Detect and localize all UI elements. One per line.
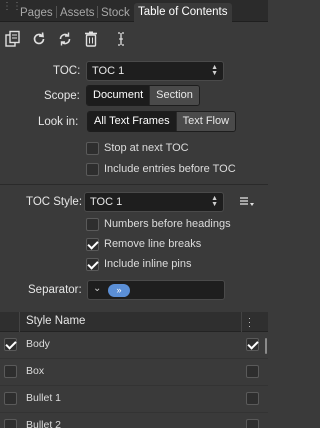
- include-entries-before-toc-label: Include entries before TOC: [104, 163, 236, 175]
- row-right-checkbox[interactable]: [246, 365, 259, 378]
- row-include-checkbox[interactable]: [4, 338, 17, 351]
- row-include-checkbox[interactable]: [4, 419, 17, 428]
- remove-line-breaks-checkbox[interactable]: [86, 237, 99, 251]
- stop-at-next-toc-label: Stop at next TOC: [104, 142, 189, 154]
- look-in-segmented: All Text Frames Text Flow: [87, 111, 237, 132]
- style-table-header: Style Name · · ·: [0, 312, 268, 332]
- row-style-name: Body: [26, 338, 50, 350]
- separator-label: Separator:: [28, 284, 82, 296]
- toc-select-value: TOC 1: [92, 65, 125, 77]
- row-style-name: Box: [26, 365, 45, 377]
- stop-at-next-toc-option[interactable]: Stop at next TOC: [86, 140, 189, 156]
- toc-toolbar: [0, 26, 268, 54]
- toc-select[interactable]: TOC 1 ▲ ▼: [86, 61, 224, 81]
- look-in-text-flow-option[interactable]: Text Flow: [175, 112, 236, 131]
- chevron-down-icon[interactable]: ⌄: [93, 283, 101, 294]
- stop-at-next-toc-checkbox[interactable]: [86, 141, 99, 155]
- list-menu-icon[interactable]: [238, 194, 256, 208]
- insert-toc-icon[interactable]: [4, 30, 22, 48]
- include-inline-pins-label: Include inline pins: [104, 258, 192, 270]
- tab-stock[interactable]: Stock: [101, 4, 130, 22]
- look-in-all-text-frames-option[interactable]: All Text Frames: [88, 112, 176, 131]
- tab-table-of-contents[interactable]: Table of Contents: [134, 3, 232, 22]
- look-in-label: Look in:: [38, 116, 79, 128]
- scope-label: Scope:: [44, 90, 80, 102]
- row-style-name: Bullet 1: [26, 392, 62, 404]
- panel-grip-icon[interactable]: ⋮⋮: [2, 2, 22, 19]
- scope-section-option[interactable]: Section: [149, 86, 199, 105]
- panel-tab-bar: ⋮⋮ Pages Assets Stock Table of Contents: [0, 0, 268, 22]
- scrollbar-thumb[interactable]: [265, 338, 267, 354]
- column-menu-icon[interactable]: · · ·: [248, 314, 251, 331]
- toc-style-label: TOC Style:: [26, 196, 83, 208]
- table-row[interactable]: Bullet 2: [0, 413, 268, 428]
- tab-assets[interactable]: Assets: [60, 4, 95, 22]
- numbers-before-headings-label: Numbers before headings: [104, 218, 231, 230]
- include-inline-pins-checkbox[interactable]: [86, 257, 99, 271]
- separator-field[interactable]: ⌄ »: [87, 280, 225, 300]
- tab-divider: [97, 6, 98, 18]
- row-right-checkbox[interactable]: [246, 338, 259, 351]
- tab-divider: [56, 6, 57, 18]
- tab-pages[interactable]: Pages: [20, 4, 53, 22]
- row-right-checkbox[interactable]: [246, 392, 259, 405]
- header-right-column: [241, 312, 268, 332]
- section-divider: [0, 184, 268, 185]
- scope-document-option[interactable]: Document: [87, 86, 150, 105]
- delete-toc-icon[interactable]: [82, 30, 100, 48]
- numbers-before-headings-option[interactable]: Numbers before headings: [86, 216, 231, 232]
- text-cursor-icon[interactable]: [112, 30, 130, 48]
- remove-line-breaks-label: Remove line breaks: [104, 238, 202, 250]
- style-name-header[interactable]: Style Name: [26, 315, 85, 327]
- header-include-column: [0, 312, 20, 332]
- separator-token[interactable]: »: [108, 284, 130, 297]
- row-style-name: Bullet 2: [26, 419, 62, 428]
- numbers-before-headings-checkbox[interactable]: [86, 217, 99, 231]
- table-row[interactable]: Box: [0, 359, 268, 385]
- scope-segmented: Document Section: [86, 85, 200, 106]
- update-all-toc-icon[interactable]: [56, 30, 74, 48]
- update-toc-icon[interactable]: [30, 30, 48, 48]
- toc-style-select[interactable]: TOC 1 ▲ ▼: [84, 192, 224, 212]
- row-include-checkbox[interactable]: [4, 365, 17, 378]
- row-right-checkbox[interactable]: [246, 419, 259, 428]
- table-row[interactable]: Bullet 1: [0, 386, 268, 412]
- include-entries-before-toc-checkbox[interactable]: [86, 162, 99, 176]
- include-entries-before-toc-option[interactable]: Include entries before TOC: [86, 161, 236, 177]
- toc-label: TOC:: [53, 65, 81, 77]
- updown-arrows-icon: ▲ ▼: [211, 64, 218, 77]
- updown-arrows-icon: ▲ ▼: [211, 195, 218, 208]
- remove-line-breaks-option[interactable]: Remove line breaks: [86, 236, 201, 252]
- include-inline-pins-option[interactable]: Include inline pins: [86, 256, 191, 272]
- row-include-checkbox[interactable]: [4, 392, 17, 405]
- toc-style-select-value: TOC 1: [90, 196, 123, 208]
- table-row[interactable]: Body: [0, 332, 268, 358]
